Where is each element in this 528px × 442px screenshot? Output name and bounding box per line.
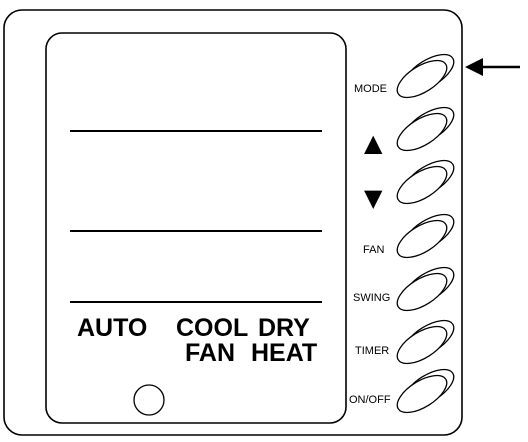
sensor-indicator [133,384,165,416]
mode-cool: COOL [176,314,249,342]
on-off-button-label: ON/OFF [349,394,391,406]
up-triangle-icon: ▲ [364,129,383,157]
fan-button-label: FAN [363,244,385,256]
remote-controller: AUTO COOL DRY FAN HEAT MODE ▲ ▼ FAN SWIN… [0,0,528,442]
mode-dry: DRY [258,314,310,342]
left-arrow-icon [465,58,520,76]
timer-button-label: TIMER [355,345,390,357]
swing-button-label: SWING [353,292,391,304]
mode-heat: HEAT [251,339,318,367]
mode-button-label: MODE [354,83,387,95]
remote-body-drawing [3,9,520,436]
mode-fan: FAN [185,339,235,367]
down-triangle-icon: ▼ [364,184,383,212]
mode-auto: AUTO [77,314,148,342]
